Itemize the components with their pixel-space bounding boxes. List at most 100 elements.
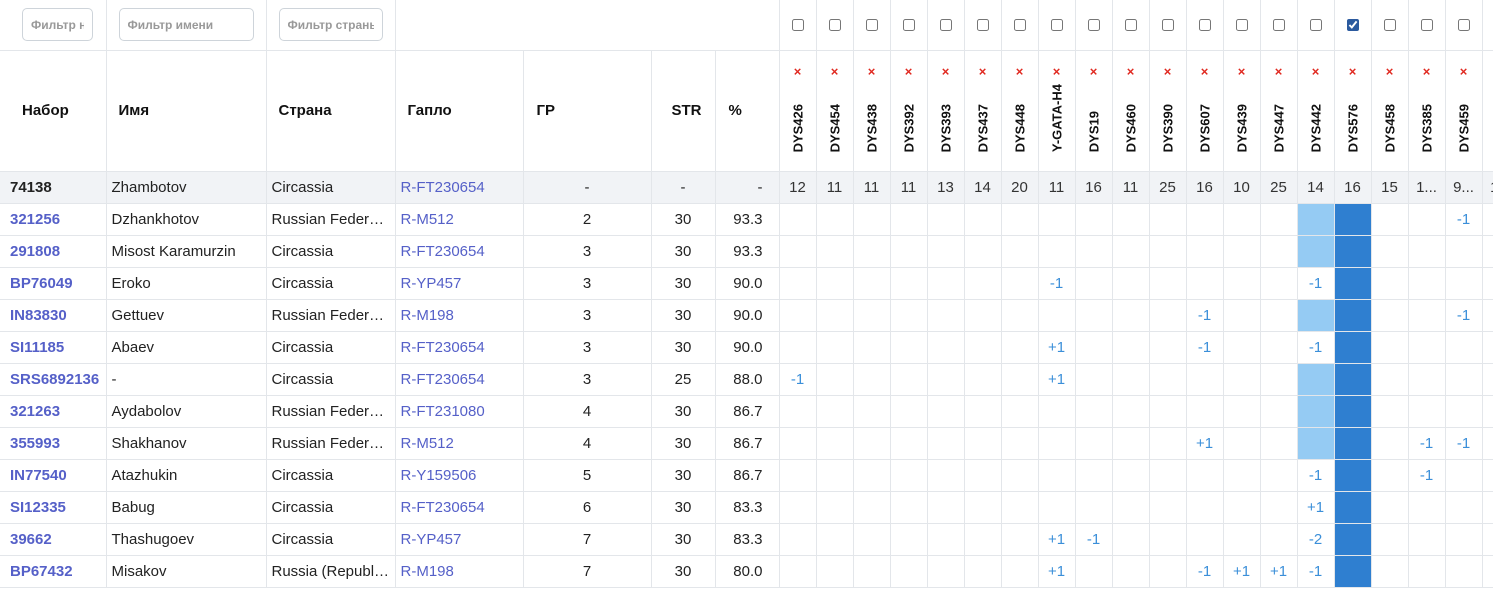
remove-marker-icon[interactable]: × — [965, 64, 1001, 79]
marker-diff — [816, 491, 854, 524]
col-header-gr[interactable]: ГР — [523, 50, 652, 172]
marker-checkbox-dys392[interactable] — [902, 19, 915, 32]
marker-diff — [890, 491, 928, 524]
kit-id[interactable]: 355993 — [0, 427, 107, 460]
marker-checkbox-dys390[interactable] — [1161, 19, 1174, 32]
kit-id[interactable]: SI11185 — [0, 331, 107, 364]
person-name: Dzhankhotov — [106, 203, 267, 236]
remove-marker-icon[interactable]: × — [1261, 64, 1297, 79]
marker-checkbox-dys442[interactable] — [1309, 19, 1322, 32]
haplogroup-link[interactable]: R-M512 — [395, 203, 524, 236]
marker-label: DYS385 — [1419, 104, 1434, 153]
marker-checkbox-dys447[interactable] — [1272, 19, 1285, 32]
kit-id[interactable]: SRS6892136 — [0, 363, 107, 396]
marker-diff — [890, 555, 928, 588]
marker-diff — [853, 427, 891, 460]
kit-id[interactable]: IN77540 — [0, 459, 107, 492]
remove-marker-icon[interactable]: × — [1409, 64, 1445, 79]
marker-checkbox-y-gata-h4[interactable] — [1050, 19, 1063, 32]
haplogroup-link[interactable]: R-YP457 — [395, 267, 524, 300]
haplogroup-link[interactable]: R-FT230654 — [395, 331, 524, 364]
kit-id[interactable]: 39662 — [0, 523, 107, 556]
marker-checkbox-dys385[interactable] — [1420, 19, 1433, 32]
kit-id[interactable]: 291808 — [0, 235, 107, 268]
remove-marker-icon[interactable]: × — [1076, 64, 1112, 79]
col-header-haplo[interactable]: Гапло — [395, 50, 524, 172]
haplogroup-link[interactable]: R-M198 — [395, 299, 524, 332]
remove-marker-icon[interactable]: × — [1335, 64, 1371, 79]
haplogroup-link[interactable]: R-Y159506 — [395, 459, 524, 492]
marker-diff — [1334, 523, 1372, 556]
marker-diff — [1260, 459, 1298, 492]
name-filter-input[interactable] — [118, 8, 254, 42]
haplogroup-link[interactable]: R-YP457 — [395, 523, 524, 556]
col-header-name[interactable]: Имя — [106, 50, 267, 172]
marker-diff — [1149, 523, 1187, 556]
marker-checkbox-dys460[interactable] — [1124, 19, 1137, 32]
person-name: Gettuev — [106, 299, 267, 332]
country-filter-input[interactable] — [278, 8, 383, 42]
marker-value: 1... — [1482, 171, 1493, 204]
marker-diff — [1260, 523, 1298, 556]
remove-marker-icon[interactable]: × — [780, 64, 816, 79]
marker-diff — [1408, 267, 1446, 300]
col-header-str[interactable]: STR — [651, 50, 716, 172]
col-header-pct[interactable]: % — [715, 50, 780, 172]
remove-marker-icon[interactable]: × — [1039, 64, 1075, 79]
marker-checkbox-dys576[interactable] — [1346, 19, 1359, 32]
marker-checkbox-dys458[interactable] — [1383, 19, 1396, 32]
remove-marker-icon[interactable]: × — [817, 64, 853, 79]
marker-diff — [1223, 523, 1261, 556]
haplogroup-link[interactable]: R-FT231080 — [395, 395, 524, 428]
marker-diff — [927, 331, 965, 364]
haplogroup-link[interactable]: R-FT230654 — [395, 235, 524, 268]
kit-id[interactable]: BP67432 — [0, 555, 107, 588]
nabor-filter-input[interactable] — [22, 8, 93, 42]
marker-checkbox-dys448[interactable] — [1013, 19, 1026, 32]
marker-diff — [1334, 555, 1372, 588]
haplogroup-link[interactable]: R-FT230654 — [395, 491, 524, 524]
marker-diff — [1482, 459, 1493, 492]
remove-marker-icon[interactable]: × — [854, 64, 890, 79]
marker-diff — [1075, 299, 1113, 332]
marker-diff: -1 — [1408, 459, 1446, 492]
remove-marker-icon[interactable]: × — [928, 64, 964, 79]
col-header-country[interactable]: Страна — [266, 50, 396, 172]
marker-diff — [779, 395, 817, 428]
remove-marker-icon[interactable]: × — [1224, 64, 1260, 79]
marker-checkbox-dys393[interactable] — [939, 19, 952, 32]
haplogroup-link[interactable]: R-M512 — [395, 427, 524, 460]
remove-marker-icon[interactable]: × — [1113, 64, 1149, 79]
remove-marker-icon[interactable]: × — [1150, 64, 1186, 79]
kit-id[interactable]: 321256 — [0, 203, 107, 236]
col-header-nabor[interactable]: Набор — [0, 50, 107, 172]
marker-checkbox-dys439[interactable] — [1235, 19, 1248, 32]
marker-diff — [1482, 395, 1493, 428]
haplogroup-link[interactable]: R-FT230654 — [395, 171, 524, 204]
marker-checkbox-dys19[interactable] — [1087, 19, 1100, 32]
remove-marker-icon[interactable]: × — [1187, 64, 1223, 79]
marker-checkbox-dys426[interactable] — [791, 19, 804, 32]
remove-marker-icon[interactable]: × — [1483, 65, 1493, 79]
marker-checkbox-dys437[interactable] — [976, 19, 989, 32]
marker-diff — [927, 523, 965, 556]
kit-id[interactable]: 321263 — [0, 395, 107, 428]
marker-checkbox-dys454[interactable] — [828, 19, 841, 32]
marker-diff — [1112, 555, 1150, 588]
haplogroup-link[interactable]: R-M198 — [395, 555, 524, 588]
marker-checkbox-dys438[interactable] — [865, 19, 878, 32]
kit-id[interactable]: BP76049 — [0, 267, 107, 300]
remove-marker-icon[interactable]: × — [1372, 64, 1408, 79]
table-row: 321263 Aydabolov Russian Federation R-FT231… — [0, 395, 1493, 428]
kit-id[interactable]: SI12335 — [0, 491, 107, 524]
marker-diff — [1075, 203, 1113, 236]
marker-label: DYS607 — [1197, 104, 1212, 153]
remove-marker-icon[interactable]: × — [1446, 64, 1482, 79]
haplogroup-link[interactable]: R-FT230654 — [395, 363, 524, 396]
kit-id[interactable]: IN83830 — [0, 299, 107, 332]
remove-marker-icon[interactable]: × — [1298, 64, 1334, 79]
marker-checkbox-dys459[interactable] — [1457, 19, 1470, 32]
marker-checkbox-dys607[interactable] — [1198, 19, 1211, 32]
remove-marker-icon[interactable]: × — [891, 64, 927, 79]
remove-marker-icon[interactable]: × — [1002, 64, 1038, 79]
